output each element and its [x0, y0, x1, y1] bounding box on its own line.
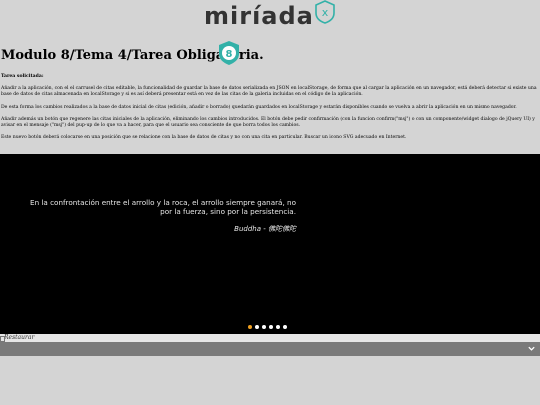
- site-header: miríada x: [0, 0, 540, 36]
- carousel-dot-6[interactable]: [283, 325, 287, 329]
- carousel-dot-4[interactable]: [269, 325, 273, 329]
- quote-author: Buddha - 佛陀佛陀: [234, 225, 296, 233]
- carousel-dot-2[interactable]: [255, 325, 259, 329]
- chevron-down-icon[interactable]: [527, 344, 536, 353]
- restore-bar: Restaurar: [0, 334, 540, 342]
- task-paragraph: Añadir además un botón que regenere las …: [1, 116, 535, 129]
- quote-text: En la confrontación entre el arrollo y l…: [30, 198, 296, 216]
- task-paragraph: Este nuevo botón deberá colocarse en una…: [1, 135, 407, 141]
- carousel-indicators: [248, 325, 287, 331]
- restore-button[interactable]: Restaurar: [0, 334, 34, 342]
- x-shield-icon: x: [315, 0, 335, 24]
- task-paragraph: Añadir a la aplicación, con el el carrus…: [1, 86, 537, 98]
- logo-text: miríada: [204, 2, 314, 30]
- logo-badge-text: x: [322, 6, 329, 19]
- carousel-dot-3[interactable]: [262, 325, 266, 329]
- task-description: Tarea solicitada: Añadir a la aplicación…: [1, 74, 537, 147]
- carousel-dot-1[interactable]: [248, 325, 252, 329]
- title-badge-text: 8: [226, 49, 233, 60]
- task-label: Tarea solicitada:: [1, 74, 44, 79]
- 8-shield-icon: 8: [219, 41, 239, 65]
- task-paragraph: De esta forma los cambios realizados a l…: [1, 104, 517, 110]
- carousel-dot-5[interactable]: [276, 325, 280, 329]
- quote-carousel[interactable]: En la confrontación entre el arrollo y l…: [0, 154, 540, 334]
- page-title-row: Modulo 8/Tema 4/Tarea Obligatoria. 8: [0, 40, 540, 68]
- gallery-toggle-bar[interactable]: [0, 342, 540, 356]
